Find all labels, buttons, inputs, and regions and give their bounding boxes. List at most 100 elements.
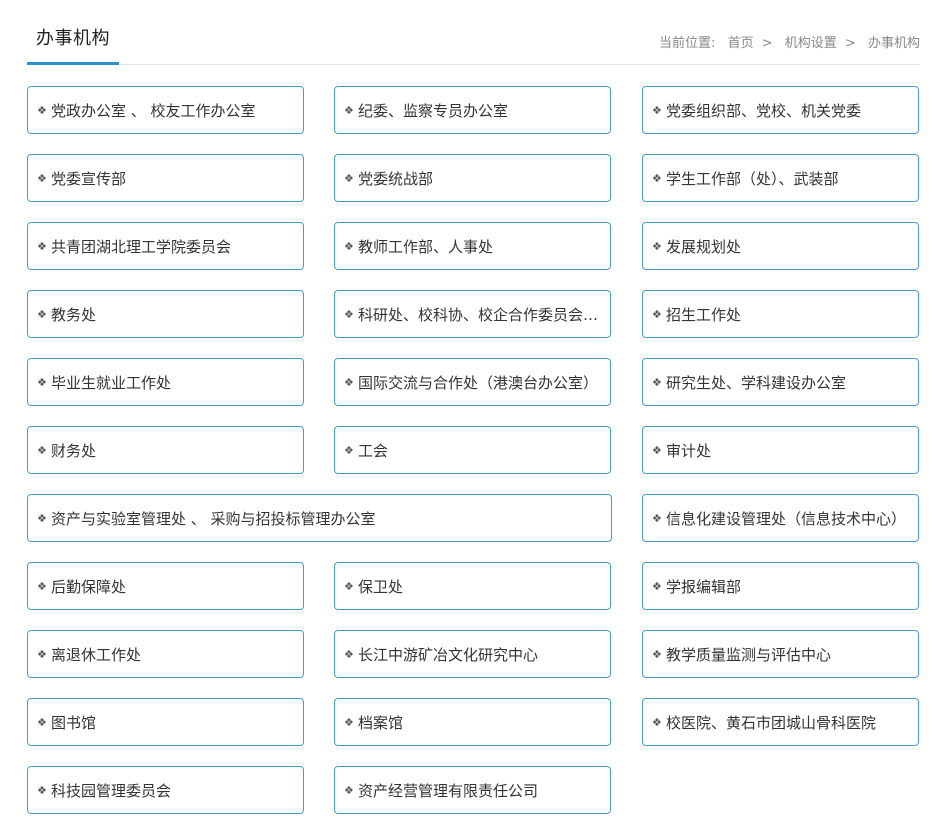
department-link[interactable]: ❖ 校医院、黄石市团城山骨科医院 — [642, 698, 919, 746]
department-link[interactable]: ❖ 长江中游矿冶文化研究中心 — [334, 630, 611, 678]
department-label: 长江中游矿冶文化研究中心 — [358, 645, 539, 664]
four-diamond-icon: ❖ — [344, 375, 354, 389]
four-diamond-icon: ❖ — [37, 103, 47, 117]
department-label: 资产经营管理有限责任公司 — [358, 781, 539, 800]
four-diamond-icon: ❖ — [37, 511, 47, 525]
department-link[interactable]: ❖ 审计处 — [642, 426, 919, 474]
four-diamond-icon: ❖ — [344, 103, 354, 117]
department-link[interactable]: ❖ 学生工作部（处）、武装部 — [642, 154, 919, 202]
department-link[interactable]: ❖ 教学质量监测与评估中心 — [642, 630, 919, 678]
four-diamond-icon: ❖ — [652, 239, 662, 253]
title-underline — [27, 62, 119, 65]
department-label: 科研处、校科协、校企合作委员会办公室 — [358, 305, 600, 324]
department-link[interactable]: ❖ 档案馆 — [334, 698, 611, 746]
department-link[interactable]: ❖ 招生工作处 — [642, 290, 919, 338]
four-diamond-icon: ❖ — [652, 647, 662, 661]
department-label: 教务处 — [51, 305, 97, 324]
department-label: 纪委、监察专员办公室 — [358, 101, 509, 120]
four-diamond-icon: ❖ — [37, 171, 47, 185]
department-link[interactable]: ❖ 发展规划处 — [642, 222, 919, 270]
four-diamond-icon: ❖ — [652, 375, 662, 389]
four-diamond-icon: ❖ — [652, 579, 662, 593]
breadcrumb-current: 办事机构 — [867, 36, 920, 51]
four-diamond-icon: ❖ — [344, 647, 354, 661]
department-label: 学报编辑部 — [666, 577, 742, 596]
department-label: 后勤保障处 — [51, 577, 127, 596]
department-link[interactable]: ❖ 共青团湖北理工学院委员会 — [27, 222, 304, 270]
department-label: 审计处 — [666, 441, 712, 460]
department-link[interactable]: ❖ 保卫处 — [334, 562, 611, 610]
department-label: 学生工作部（处）、武装部 — [666, 169, 839, 188]
department-link[interactable]: ❖ 纪委、监察专员办公室 — [334, 86, 611, 134]
department-link[interactable]: ❖ 资产与实验室管理处 、 采购与招投标管理办公室 — [27, 494, 612, 542]
four-diamond-icon: ❖ — [37, 579, 47, 593]
breadcrumb: 当前位置: 首页 > 机构设置 > 办事机构 — [659, 32, 920, 51]
four-diamond-icon: ❖ — [37, 239, 47, 253]
four-diamond-icon: ❖ — [37, 783, 47, 797]
department-link[interactable]: ❖ 图书馆 — [27, 698, 304, 746]
four-diamond-icon: ❖ — [344, 715, 354, 729]
department-link[interactable]: ❖ 党委组织部、党校、机关党委 — [642, 86, 919, 134]
department-link[interactable]: ❖ 毕业生就业工作处 — [27, 358, 304, 406]
department-label: 招生工作处 — [666, 305, 742, 324]
department-link[interactable]: ❖ 教师工作部、人事处 — [334, 222, 611, 270]
four-diamond-icon: ❖ — [652, 715, 662, 729]
department-link[interactable]: ❖ 后勤保障处 — [27, 562, 304, 610]
four-diamond-icon: ❖ — [37, 375, 47, 389]
department-label: 毕业生就业工作处 — [51, 373, 172, 392]
four-diamond-icon: ❖ — [652, 511, 662, 525]
department-link[interactable]: ❖ 科技园管理委员会 — [27, 766, 304, 814]
breadcrumb-home-link[interactable]: 首页 — [728, 36, 754, 51]
four-diamond-icon: ❖ — [37, 647, 47, 661]
four-diamond-icon: ❖ — [37, 443, 47, 457]
department-label: 财务处 — [51, 441, 97, 460]
department-label: 发展规划处 — [666, 237, 742, 256]
four-diamond-icon: ❖ — [37, 307, 47, 321]
department-label: 党委宣传部 — [51, 169, 127, 188]
department-label: 共青团湖北理工学院委员会 — [51, 237, 232, 256]
department-label: 资产与实验室管理处 、 采购与招投标管理办公室 — [51, 509, 376, 528]
department-link[interactable]: ❖ 研究生处、学科建设办公室 — [642, 358, 919, 406]
department-link[interactable]: ❖ 资产经营管理有限责任公司 — [334, 766, 611, 814]
breadcrumb-org-settings-link[interactable]: 机构设置 — [785, 36, 837, 51]
department-label: 信息化建设管理处（信息技术中心） — [666, 509, 907, 528]
department-label: 工会 — [358, 441, 389, 460]
four-diamond-icon: ❖ — [344, 443, 354, 457]
page: 办事机构 当前位置: 首页 > 机构设置 > 办事机构 ❖ 党政办公室 、 校友工… — [0, 0, 945, 831]
four-diamond-icon: ❖ — [344, 783, 354, 797]
four-diamond-icon: ❖ — [652, 307, 662, 321]
department-link[interactable]: ❖ 党委统战部 — [334, 154, 611, 202]
department-label: 研究生处、学科建设办公室 — [666, 373, 847, 392]
four-diamond-icon: ❖ — [652, 171, 662, 185]
department-link[interactable]: ❖ 党政办公室 、 校友工作办公室 — [27, 86, 304, 134]
page-title: 办事机构 — [36, 28, 110, 49]
department-label: 离退休工作处 — [51, 645, 142, 664]
department-label: 教学质量监测与评估中心 — [666, 645, 832, 664]
breadcrumb-separator: > — [844, 36, 856, 51]
department-link[interactable]: ❖ 科研处、校科协、校企合作委员会办公室 — [334, 290, 611, 338]
department-label: 科技园管理委员会 — [51, 781, 172, 800]
four-diamond-icon: ❖ — [37, 715, 47, 729]
department-label: 教师工作部、人事处 — [358, 237, 494, 256]
department-link[interactable]: ❖ 国际交流与合作处（港澳台办公室） — [334, 358, 611, 406]
department-link[interactable]: ❖ 信息化建设管理处（信息技术中心） — [642, 494, 919, 542]
section-header: 办事机构 当前位置: 首页 > 机构设置 > 办事机构 — [27, 0, 920, 65]
department-link[interactable]: ❖ 离退休工作处 — [27, 630, 304, 678]
department-link[interactable]: ❖ 工会 — [334, 426, 611, 474]
department-link[interactable]: ❖ 党委宣传部 — [27, 154, 304, 202]
four-diamond-icon: ❖ — [344, 579, 354, 593]
department-label: 党委组织部、党校、机关党委 — [666, 101, 862, 120]
department-label: 校医院、黄石市团城山骨科医院 — [666, 713, 877, 732]
department-link[interactable]: ❖ 财务处 — [27, 426, 304, 474]
breadcrumb-separator: > — [761, 36, 773, 51]
breadcrumb-prefix: 当前位置: — [659, 36, 716, 51]
department-link[interactable]: ❖ 教务处 — [27, 290, 304, 338]
four-diamond-icon: ❖ — [652, 443, 662, 457]
department-link[interactable]: ❖ 学报编辑部 — [642, 562, 919, 610]
department-label: 保卫处 — [358, 577, 404, 596]
department-label: 图书馆 — [51, 713, 97, 732]
department-label: 档案馆 — [358, 713, 404, 732]
department-label: 国际交流与合作处（港澳台办公室） — [358, 373, 599, 392]
four-diamond-icon: ❖ — [344, 171, 354, 185]
department-label: 党政办公室 、 校友工作办公室 — [51, 101, 256, 120]
